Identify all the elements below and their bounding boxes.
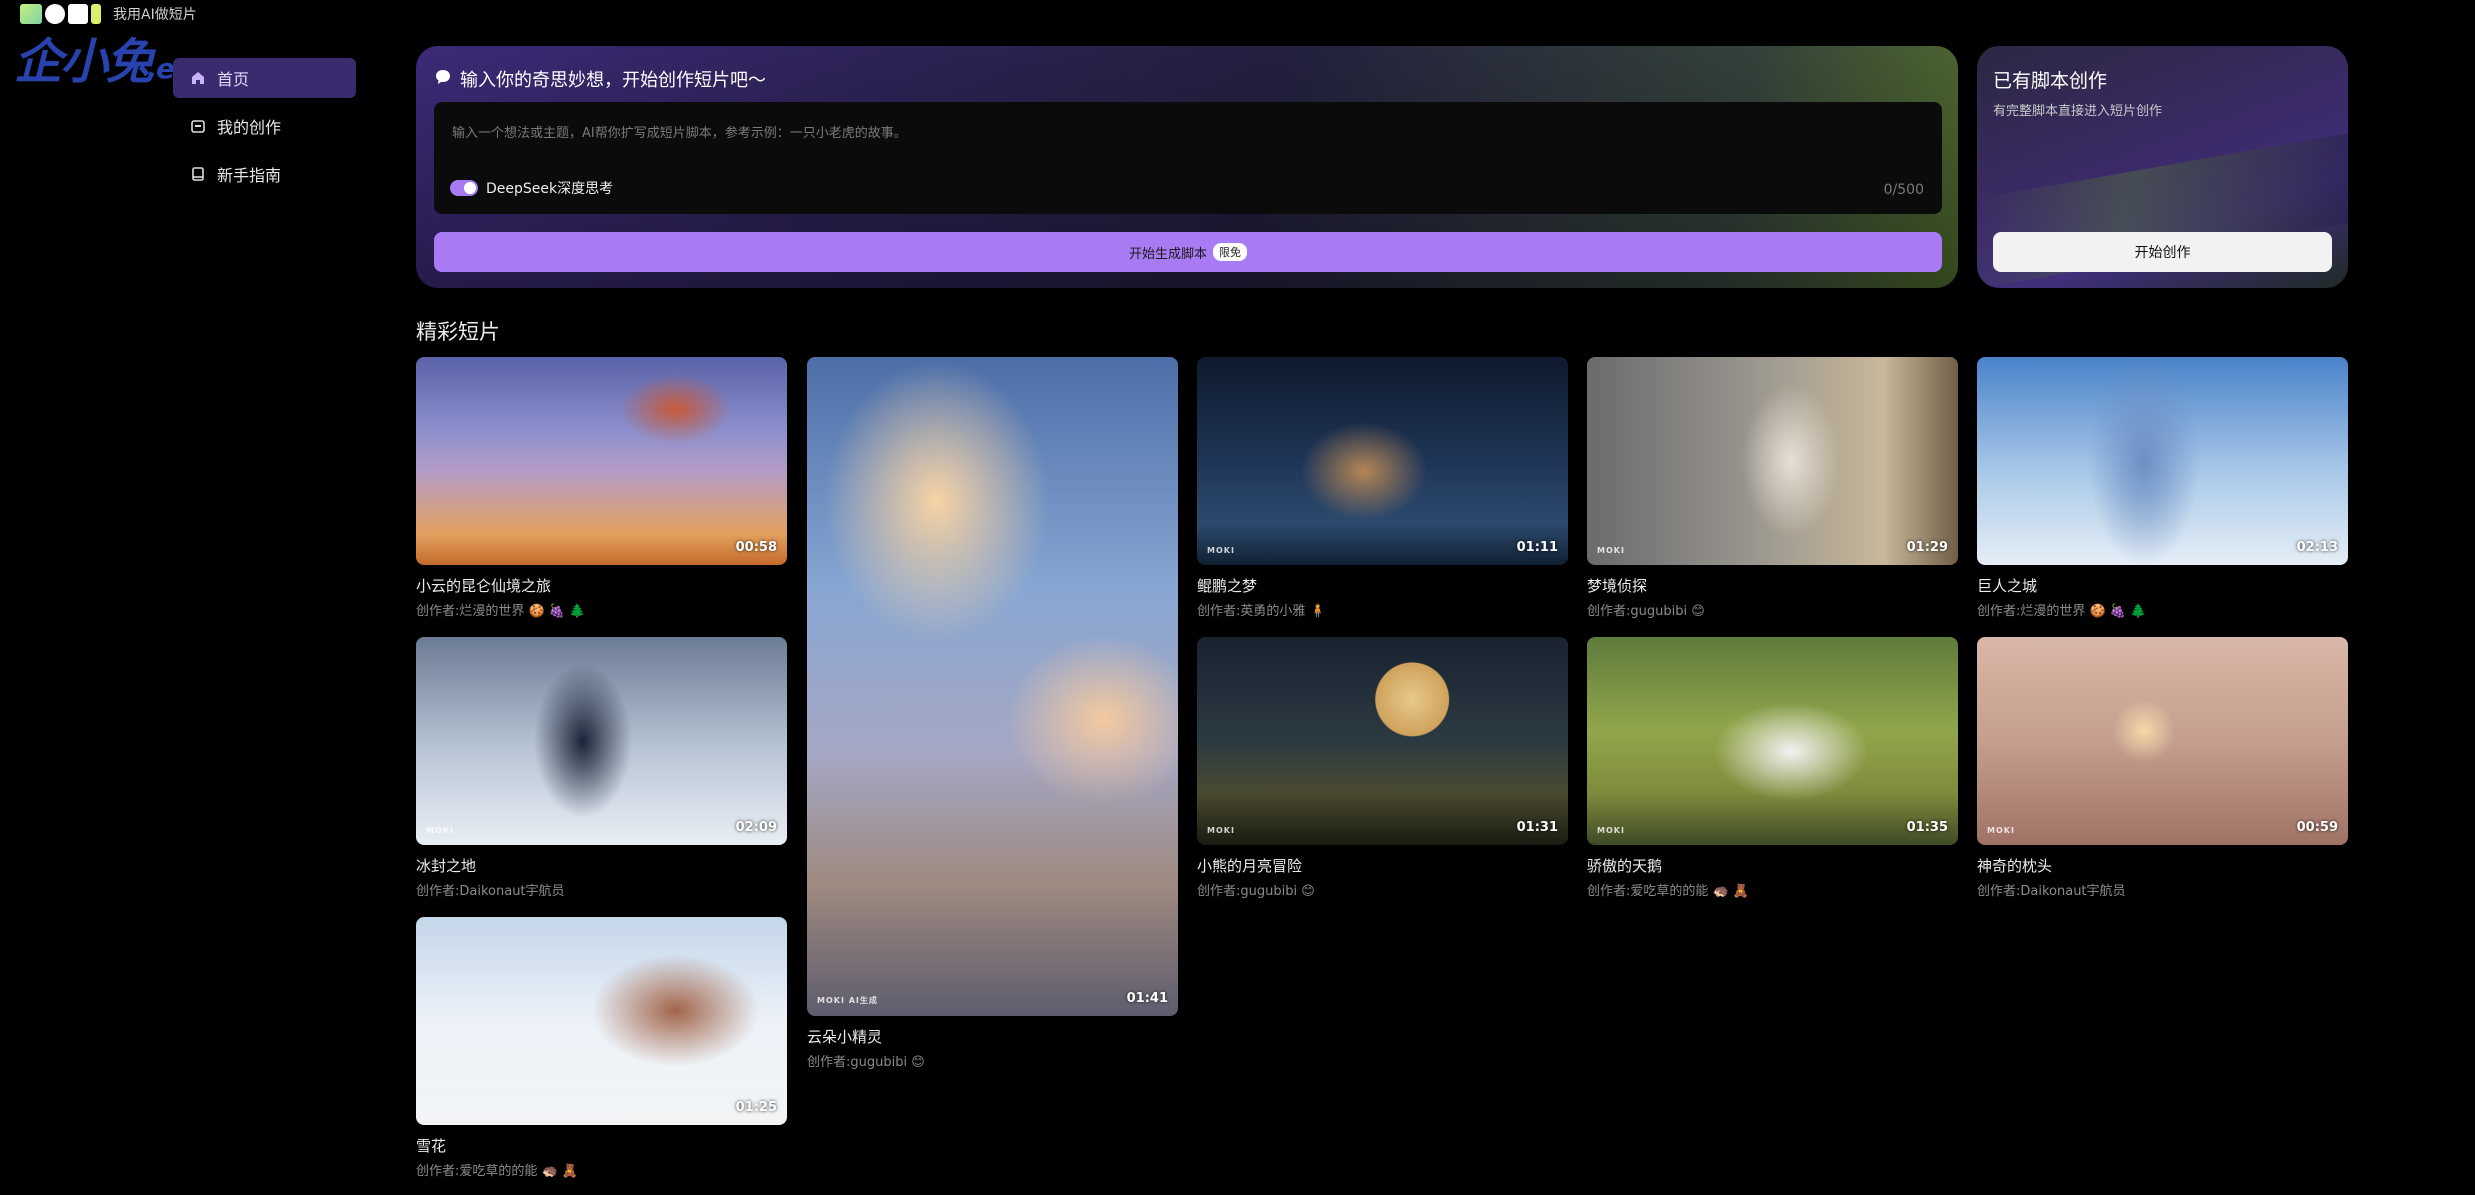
video-card[interactable]: 01:25 雪花 创作者:爱吃草的的能 🦔 🧸 bbox=[416, 917, 787, 1179]
video-thumbnail[interactable]: MOKI 00:59 bbox=[1977, 637, 2348, 845]
sidebar-item-label: 首页 bbox=[217, 70, 250, 89]
video-author[interactable]: 创作者:爱吃草的的能 🦔 🧸 bbox=[1587, 880, 1958, 899]
script-card-title: 已有脚本创作 bbox=[1993, 70, 2108, 92]
idea-textarea[interactable]: 输入一个想法或主题，AI帮你扩写成短片脚本，参考示例：一只小老虎的故事。 Dee… bbox=[434, 102, 1942, 214]
video-title[interactable]: 巨人之城 bbox=[1977, 575, 2348, 596]
section-title: 精彩短片 bbox=[416, 320, 500, 344]
video-card[interactable]: MOKI 01:11 鲲鹏之梦 创作者:英勇的小雅 🧍 bbox=[1197, 357, 1568, 619]
existing-script-card: 已有脚本创作 有完整脚本直接进入短片创作 开始创作 bbox=[1977, 46, 2348, 288]
deepseek-toggle-row[interactable]: DeepSeek深度思考 bbox=[450, 178, 613, 198]
video-title[interactable]: 雪花 bbox=[416, 1135, 787, 1156]
deepseek-toggle-label: DeepSeek深度思考 bbox=[486, 181, 614, 197]
app-logo[interactable]: 我用AI做短片 bbox=[20, 4, 197, 24]
sidebar-nav: 首页 我的创作 新手指南 bbox=[173, 58, 356, 202]
video-watermark: MOKI bbox=[1597, 546, 1625, 555]
moki-logo-icon bbox=[20, 4, 101, 24]
sidebar-item-home[interactable]: 首页 bbox=[173, 58, 356, 98]
video-watermark: MOKI bbox=[1987, 826, 2015, 835]
video-thumbnail[interactable]: 00:58 bbox=[416, 357, 787, 565]
video-title[interactable]: 云朵小精灵 bbox=[807, 1026, 1178, 1047]
video-card[interactable]: MOKI 01:35 骄傲的天鹅 创作者:爱吃草的的能 🦔 🧸 bbox=[1587, 637, 1958, 899]
video-title[interactable]: 冰封之地 bbox=[416, 855, 787, 876]
prompt-card: 输入你的奇思妙想，开始创作短片吧～ 输入一个想法或主题，AI帮你扩写成短片脚本，… bbox=[416, 46, 1958, 288]
free-badge: 限免 bbox=[1213, 243, 1247, 261]
video-duration: 01:29 bbox=[1906, 540, 1948, 555]
script-card-subtitle: 有完整脚本直接进入短片创作 bbox=[1993, 104, 2163, 119]
video-duration: 01:31 bbox=[1516, 820, 1558, 835]
sidebar-item-label: 新手指南 bbox=[217, 166, 282, 185]
sidebar-item-label: 我的创作 bbox=[217, 118, 282, 137]
video-author[interactable]: 创作者:Daikonaut宇航员 bbox=[1977, 880, 2348, 899]
video-thumbnail[interactable]: 01:25 bbox=[416, 917, 787, 1125]
video-card[interactable]: MOKI 01:29 梦境侦探 创作者:gugubibi 😊 bbox=[1587, 357, 1958, 619]
video-duration: 02:09 bbox=[735, 820, 777, 835]
deepseek-toggle[interactable] bbox=[450, 180, 478, 196]
video-duration: 01:35 bbox=[1906, 820, 1948, 835]
video-thumbnail[interactable]: MOKI 01:29 bbox=[1587, 357, 1958, 565]
video-author[interactable]: 创作者:英勇的小雅 🧍 bbox=[1197, 600, 1568, 619]
video-duration: 01:41 bbox=[1126, 991, 1168, 1006]
video-thumbnail[interactable]: MOKI AI生成 01:41 bbox=[807, 357, 1178, 1016]
video-duration: 00:58 bbox=[735, 540, 777, 555]
video-watermark: MOKI AI生成 bbox=[817, 996, 878, 1005]
video-title[interactable]: 神奇的枕头 bbox=[1977, 855, 2348, 876]
sidebar-item-my-creations[interactable]: 我的创作 bbox=[173, 106, 356, 146]
video-title[interactable]: 梦境侦探 bbox=[1587, 575, 1958, 596]
video-thumbnail[interactable]: MOKI 01:11 bbox=[1197, 357, 1568, 565]
video-duration: 01:11 bbox=[1516, 540, 1558, 555]
video-watermark: MOKI bbox=[1207, 826, 1235, 835]
video-title[interactable]: 骄傲的天鹅 bbox=[1587, 855, 1958, 876]
prompt-title: 输入你的奇思妙想，开始创作短片吧～ bbox=[434, 66, 766, 92]
video-thumbnail[interactable]: 02:13 bbox=[1977, 357, 2348, 565]
char-counter: 0/500 bbox=[1883, 182, 1924, 198]
chat-bubble-icon bbox=[434, 68, 452, 91]
video-title[interactable]: 小熊的月亮冒险 bbox=[1197, 855, 1568, 876]
video-author[interactable]: 创作者:gugubibi 😊 bbox=[1587, 600, 1958, 619]
generate-script-button[interactable]: 开始生成脚本 限免 bbox=[434, 232, 1942, 272]
video-card[interactable]: MOKI 00:59 神奇的枕头 创作者:Daikonaut宇航员 bbox=[1977, 637, 2348, 899]
video-author[interactable]: 创作者:Daikonaut宇航员 bbox=[416, 880, 787, 899]
start-creation-button[interactable]: 开始创作 bbox=[1993, 232, 2332, 272]
video-card[interactable]: MOKI AI生成 01:41 云朵小精灵 创作者:gugubibi 😊 bbox=[807, 357, 1178, 1070]
video-card[interactable]: 02:13 巨人之城 创作者:烂漫的世界 🍪 🍇 🌲 bbox=[1977, 357, 2348, 619]
video-title[interactable]: 鲲鹏之梦 bbox=[1197, 575, 1568, 596]
video-author[interactable]: 创作者:gugubibi 😊 bbox=[1197, 880, 1568, 899]
home-icon bbox=[189, 69, 207, 87]
video-duration: 01:25 bbox=[735, 1100, 777, 1115]
video-watermark: MOKI bbox=[426, 826, 454, 835]
video-author[interactable]: 创作者:gugubibi 😊 bbox=[807, 1051, 1178, 1070]
video-watermark: MOKI bbox=[1597, 826, 1625, 835]
video-author[interactable]: 创作者:烂漫的世界 🍪 🍇 🌲 bbox=[1977, 600, 2348, 619]
video-card[interactable]: 00:58 小云的昆仑仙境之旅 创作者:烂漫的世界 🍪 🍇 🌲 bbox=[416, 357, 787, 619]
video-card[interactable]: MOKI 02:09 冰封之地 创作者:Daikonaut宇航员 bbox=[416, 637, 787, 899]
video-title[interactable]: 小云的昆仑仙境之旅 bbox=[416, 575, 787, 596]
app-tagline: 我用AI做短片 bbox=[113, 7, 197, 23]
idea-placeholder: 输入一个想法或主题，AI帮你扩写成短片脚本，参考示例：一只小老虎的故事。 bbox=[452, 126, 907, 141]
folder-icon bbox=[189, 117, 207, 135]
video-author[interactable]: 创作者:烂漫的世界 🍪 🍇 🌲 bbox=[416, 600, 787, 619]
video-watermark: MOKI bbox=[1207, 546, 1235, 555]
book-icon bbox=[189, 165, 207, 183]
video-duration: 00:59 bbox=[2296, 820, 2338, 835]
video-thumbnail[interactable]: MOKI 02:09 bbox=[416, 637, 787, 845]
video-author[interactable]: 创作者:爱吃草的的能 🦔 🧸 bbox=[416, 1160, 787, 1179]
video-thumbnail[interactable]: MOKI 01:31 bbox=[1197, 637, 1568, 845]
video-duration: 02:13 bbox=[2296, 540, 2338, 555]
video-thumbnail[interactable]: MOKI 01:35 bbox=[1587, 637, 1958, 845]
sidebar-item-guide[interactable]: 新手指南 bbox=[173, 154, 356, 194]
video-card[interactable]: MOKI 01:31 小熊的月亮冒险 创作者:gugubibi 😊 bbox=[1197, 637, 1568, 899]
